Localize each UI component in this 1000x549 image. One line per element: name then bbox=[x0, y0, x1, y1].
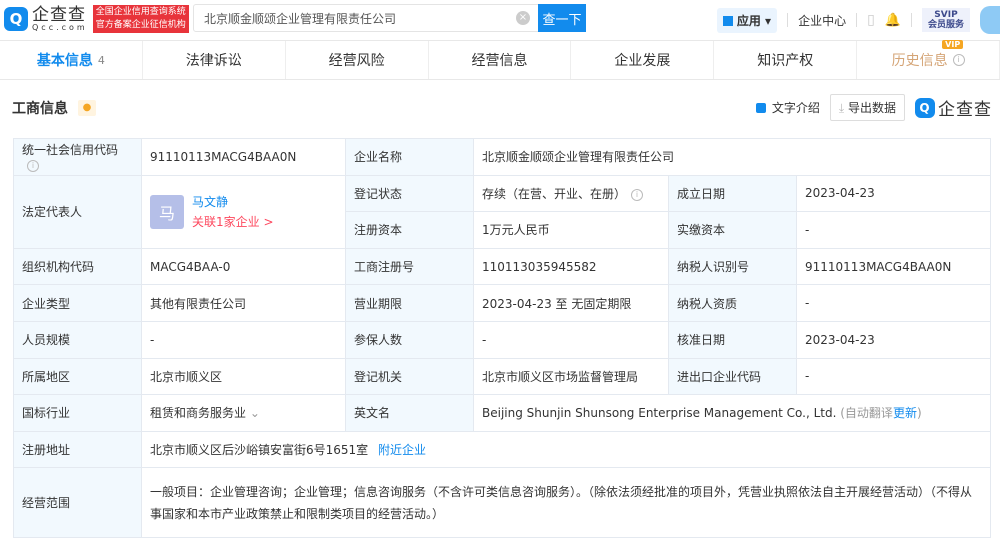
related-companies-link[interactable]: 关联1家企业 > bbox=[192, 213, 274, 230]
table-row: 法定代表人 马马文静 关联1家企业 > 登记状态 存续（在营、开业、在册） i 成立… bbox=[13, 174, 991, 249]
table-row: 人员规模 - 参保人数 - 核准日期 2023-04-23 bbox=[13, 320, 991, 359]
svip-button[interactable]: SVIP 会员服务 bbox=[921, 8, 970, 32]
legal-representative: 马马文静关联1家企业 > bbox=[150, 193, 337, 230]
avatar: 马 bbox=[150, 194, 184, 229]
tab-legal[interactable]: 法律诉讼 bbox=[143, 41, 286, 79]
search-box: × 查一下 bbox=[193, 4, 586, 32]
section-header: 工商信息 ● 文字介绍 ⤓ 导出数据 Q 企查查 bbox=[0, 80, 1000, 136]
bell-icon[interactable]: 🔔 bbox=[885, 13, 901, 28]
section-title: 工商信息 bbox=[12, 101, 68, 117]
search-input[interactable] bbox=[194, 11, 516, 25]
table-row: 统一社会信用代码i 91110113MACG4BAA0N 企业名称 北京顺金顺颂… bbox=[13, 138, 991, 176]
apps-menu[interactable]: 应用 ▾ bbox=[716, 7, 778, 33]
table-row: 国标行业 租赁和商务服务业 ⌄ 英文名 Beijing Shunjin Shun… bbox=[13, 394, 991, 432]
tab-history[interactable]: 历史信息 i VIP bbox=[857, 40, 1000, 79]
legal-rep-link[interactable]: 马文静 bbox=[192, 193, 274, 210]
export-button[interactable]: ⤓ 导出数据 bbox=[829, 94, 905, 121]
tab-basic-info[interactable]: 基本信息 4 bbox=[0, 41, 143, 79]
logo-text: 企查查 bbox=[32, 4, 86, 25]
download-icon: ⤓ bbox=[838, 101, 848, 115]
top-bar: Q 企查查Qcc.com 全国企业信用查询系统官方备案企业征信机构 × 查一下 … bbox=[0, 0, 1000, 38]
table-row: 经营范围 一般项目：企业管理咨询；企业管理；信息咨询服务（不含许可类信息咨询服务… bbox=[13, 467, 991, 539]
enterprise-center-link[interactable]: 企业中心 bbox=[798, 12, 846, 29]
table-row: 组织机构代码 MACG4BAA-0 工商注册号 110113035945582 纳税… bbox=[13, 247, 991, 286]
logo-icon: Q bbox=[915, 97, 935, 118]
tab-business[interactable]: 经营信息 bbox=[429, 41, 572, 79]
table-row: 注册地址 北京市顺义区后沙峪镇安富街6号1651室 附近企业 bbox=[13, 430, 991, 469]
official-badge: 全国企业信用查询系统 官方备案企业征信机构 bbox=[92, 5, 189, 33]
logo-icon: Q bbox=[4, 7, 28, 31]
logo-domain: Qcc.com bbox=[32, 22, 88, 32]
search-button[interactable]: 查一下 bbox=[538, 4, 586, 32]
qcc-logo[interactable]: Q 企查查 Qcc.com 全国企业信用查询系统 官方备案企业征信机构 bbox=[4, 5, 189, 33]
doc-icon bbox=[755, 102, 766, 113]
business-info-table: 统一社会信用代码i 91110113MACG4BAA0N 企业名称 北京顺金顺颂… bbox=[13, 138, 991, 539]
nearby-companies-link[interactable]: 附近企业 bbox=[378, 443, 426, 457]
update-translation-link[interactable]: 更新 bbox=[893, 406, 917, 420]
tab-ip[interactable]: 知识产权 bbox=[714, 41, 858, 79]
apps-icon bbox=[722, 15, 733, 26]
info-icon[interactable]: i bbox=[27, 160, 39, 173]
industry-dropdown[interactable]: 租赁和商务服务业 ⌄ bbox=[141, 394, 346, 432]
table-row: 所属地区 北京市顺义区 登记机关 北京市顺义区市场监督管理局 进出口企业代码 - bbox=[13, 357, 991, 396]
main-tabs: 基本信息 4 法律诉讼 经营风险 经营信息 企业发展 知识产权 历史信息 i VIP bbox=[0, 40, 1000, 80]
tab-risk[interactable]: 经营风险 bbox=[286, 41, 429, 79]
notify-icon[interactable]: ● bbox=[78, 100, 96, 116]
clear-icon[interactable]: × bbox=[516, 11, 530, 25]
info-icon[interactable]: i bbox=[631, 188, 644, 201]
info-icon: i bbox=[952, 54, 965, 66]
table-row: 企业类型 其他有限责任公司 营业期限 2023-04-23 至 无固定期限 纳税人资… bbox=[13, 284, 991, 322]
user-avatar[interactable] bbox=[980, 6, 1000, 34]
tab-development[interactable]: 企业发展 bbox=[571, 41, 715, 79]
chevron-down-icon: ⌄ bbox=[249, 406, 260, 421]
brand-logo: Q 企查查 bbox=[915, 95, 992, 120]
phone-icon[interactable]: ▯ bbox=[867, 12, 875, 28]
text-intro-button[interactable]: 文字介绍 bbox=[755, 99, 820, 116]
vip-badge: VIP bbox=[942, 40, 964, 49]
